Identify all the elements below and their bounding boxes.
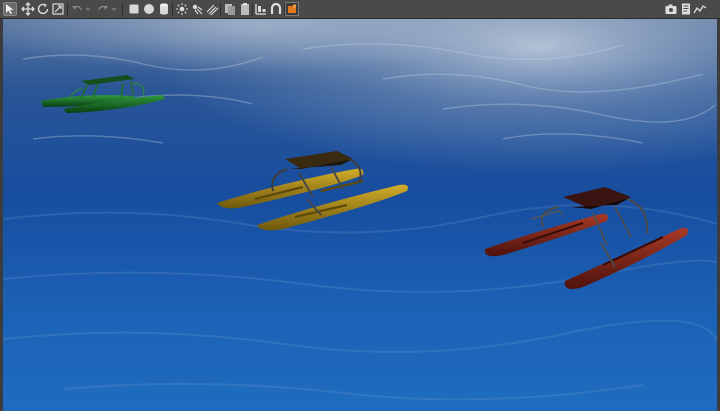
screenshot-button[interactable] xyxy=(664,2,678,16)
copy-icon xyxy=(225,4,235,15)
camera-icon xyxy=(665,4,677,14)
toolbar-separator xyxy=(122,3,123,16)
toolbar-separator xyxy=(67,3,68,16)
log-button[interactable] xyxy=(679,2,693,16)
physics-icon xyxy=(288,4,297,13)
3d-viewport[interactable] xyxy=(3,19,717,411)
cylinder-icon xyxy=(160,3,168,15)
select-tool-button[interactable] xyxy=(3,2,17,16)
align-button[interactable] xyxy=(254,2,268,16)
chevron-down-icon xyxy=(85,7,91,11)
arrow-cursor-icon xyxy=(6,4,14,14)
undo-icon xyxy=(72,5,82,11)
chevron-down-icon xyxy=(111,7,117,11)
sphere-button[interactable] xyxy=(142,2,156,16)
move-arrows-icon xyxy=(21,2,35,16)
rotate-icon xyxy=(37,3,49,15)
redo-icon xyxy=(98,5,108,11)
spotlight-icon xyxy=(192,4,203,15)
toolbar xyxy=(0,0,720,19)
magnet-snap-button[interactable] xyxy=(269,2,283,16)
gazebo-window xyxy=(0,0,720,411)
plot-button[interactable] xyxy=(693,2,707,16)
scale-box-icon xyxy=(52,3,64,15)
undo-button[interactable] xyxy=(70,2,84,16)
plot-icon xyxy=(693,5,707,14)
point-light-button[interactable] xyxy=(175,2,189,16)
cylinder-button[interactable] xyxy=(157,2,171,16)
directional-light-button[interactable] xyxy=(205,2,219,16)
sun-icon xyxy=(176,3,188,15)
log-icon xyxy=(682,3,690,15)
physics-button[interactable] xyxy=(285,2,299,16)
rotate-tool-button[interactable] xyxy=(36,2,50,16)
redo-button[interactable] xyxy=(96,2,110,16)
directional-light-icon xyxy=(206,4,219,16)
cube-icon xyxy=(129,4,139,14)
cube-button[interactable] xyxy=(127,2,141,16)
toolbar-separator xyxy=(220,3,221,16)
toolbar-separator xyxy=(172,3,173,16)
toolbar-separator xyxy=(252,3,253,16)
paste-icon xyxy=(241,3,249,15)
paste-button[interactable] xyxy=(238,2,252,16)
move-tool-button[interactable] xyxy=(21,2,35,16)
spot-light-button[interactable] xyxy=(190,2,204,16)
copy-button[interactable] xyxy=(223,2,237,16)
magnet-icon xyxy=(270,2,282,14)
scale-tool-button[interactable] xyxy=(51,2,65,16)
sphere-icon xyxy=(144,4,154,14)
align-icon xyxy=(255,4,266,15)
